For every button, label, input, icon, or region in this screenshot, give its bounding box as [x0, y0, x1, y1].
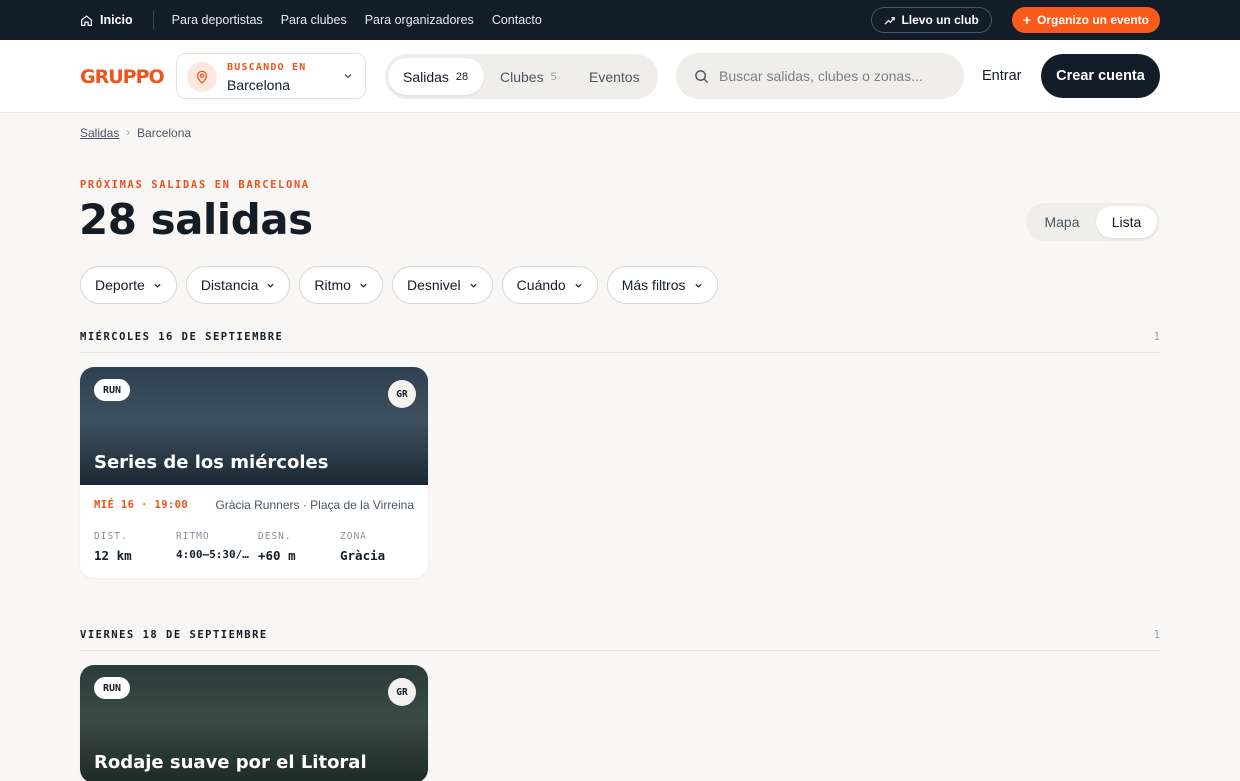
nav-home-link[interactable]: Inicio — [80, 11, 154, 29]
tab-clubes-count: 5 — [550, 70, 557, 83]
tab-eventos[interactable]: Eventos — [575, 58, 653, 95]
filter-distancia[interactable]: Distancia — [185, 266, 291, 304]
filter-ritmo-label: Ritmo — [314, 277, 351, 293]
nav-link-clubes[interactable]: Para clubes — [281, 13, 347, 27]
stat-key: DIST. — [94, 531, 128, 542]
breadcrumb-separator-icon: › — [126, 127, 131, 139]
club-avatar: GR — [388, 380, 416, 408]
page-eyebrow: PRÓXIMAS SALIDAS EN BARCELONA — [80, 179, 310, 191]
breadcrumb-current: Barcelona — [137, 126, 192, 140]
card-title: Rodaje suave por el Litoral — [94, 752, 367, 773]
chevron-down-icon — [154, 283, 161, 288]
filter-cuando-label: Cuándo — [516, 277, 566, 293]
club-button[interactable]: Llevo un club — [871, 7, 992, 33]
nav-link-deportistas[interactable]: Para deportistas — [172, 13, 263, 27]
filter-desnivel[interactable]: Desnivel — [391, 266, 493, 304]
stat-value: 12 km — [94, 548, 132, 563]
location-pin-icon — [187, 62, 217, 92]
stat-key: DESN. — [258, 531, 292, 542]
tab-salidas-count: 28 — [455, 70, 469, 83]
day-count: 1 — [1153, 629, 1160, 641]
tab-clubes[interactable]: Clubes 5 — [486, 58, 566, 95]
event-button-label: Organizo un evento — [1036, 13, 1149, 27]
login-link[interactable]: Entrar — [982, 68, 1022, 84]
logo[interactable]: GRUPPO — [80, 66, 165, 88]
search-icon — [695, 69, 709, 83]
top-nav: Inicio Para deportistas Para clubes Para… — [80, 0, 542, 40]
filter-cuando[interactable]: Cuándo — [501, 266, 598, 304]
outing-card[interactable]: RUN GR Series de los miércoles MIÉ 16 · … — [80, 367, 428, 578]
tab-eventos-label: Eventos — [589, 68, 640, 85]
signup-button[interactable]: Crear cuenta — [1041, 54, 1160, 98]
tab-salidas-label: Salidas — [403, 68, 449, 85]
chevron-down-icon — [575, 283, 582, 288]
card-meta: MIÉ 16 · 19:00 Gràcia Runners · Plaça de… — [80, 485, 428, 523]
day-header: MIÉRCOLES 16 DE SEPTIEMBRE 1 — [80, 331, 1160, 353]
view-map-option[interactable]: Mapa — [1030, 206, 1094, 238]
stat-key: ZONA — [340, 531, 367, 542]
filter-desnivel-label: Desnivel — [406, 277, 461, 293]
filter-mas-filtros-label: Más filtros — [621, 277, 686, 293]
filter-distancia-label: Distancia — [200, 277, 259, 293]
home-icon — [81, 14, 92, 26]
filter-deporte-label: Deporte — [95, 277, 145, 293]
filter-bar: Deporte Distancia Ritmo Desnivel Cuándo … — [80, 266, 718, 304]
card-location: Gràcia Runners · Plaça de la Virreina — [215, 498, 414, 512]
location-label: BUSCANDO EN — [227, 62, 307, 73]
day-header: VIERNES 18 DE SEPTIEMBRE 1 — [80, 629, 1160, 651]
day-label: MIÉRCOLES 16 DE SEPTIEMBRE — [80, 331, 284, 343]
chevron-down-icon — [694, 283, 702, 288]
nav-link-organizadores[interactable]: Para organizadores — [365, 13, 474, 27]
plus-icon: + — [1022, 12, 1031, 28]
top-bar: Inicio Para deportistas Para clubes Para… — [0, 0, 1240, 40]
stat-distance: DIST. 12 km — [94, 531, 174, 563]
tab-clubes-label: Clubes — [500, 68, 544, 85]
card-hero: RUN GR Rodaje suave por el Litoral — [80, 665, 428, 781]
breadcrumb-root[interactable]: Salidas — [80, 126, 119, 140]
search-bar — [676, 53, 964, 99]
club-button-label: Llevo un club — [901, 13, 979, 27]
filter-ritmo[interactable]: Ritmo — [299, 266, 383, 304]
chevron-down-icon — [360, 283, 367, 288]
filter-deporte[interactable]: Deporte — [80, 266, 177, 304]
sport-tag: RUN — [94, 677, 131, 699]
search-input[interactable] — [719, 68, 949, 84]
view-list-option[interactable]: Lista — [1096, 206, 1157, 238]
card-stats: DIST. 12 km RITMO 4:00–5:30/km DESN. +60… — [80, 523, 428, 578]
breadcrumb: Salidas › Barcelona — [80, 126, 191, 140]
nav-link-contacto[interactable]: Contacto — [492, 13, 542, 27]
stat-zone: ZONA Gràcia — [340, 531, 420, 563]
event-button[interactable]: + Organizo un evento — [1011, 7, 1160, 33]
stat-value: 4:00–5:30/km — [176, 548, 254, 561]
nav-home-label: Inicio — [100, 13, 133, 27]
stat-value: Gràcia — [340, 548, 386, 563]
club-avatar: GR — [388, 678, 416, 706]
location-city: Barcelona — [227, 77, 291, 93]
view-toggle: Mapa Lista — [1026, 203, 1160, 241]
chevron-down-icon — [470, 283, 477, 288]
section-tabs: Salidas 28 Clubes 5 Eventos — [385, 54, 658, 99]
stat-key: RITMO — [176, 531, 210, 542]
outing-card[interactable]: RUN GR Rodaje suave por el Litoral — [80, 665, 428, 781]
chevron-down-icon — [344, 74, 352, 79]
stat-value: +60 m — [258, 548, 296, 563]
main-header: GRUPPO BUSCANDO EN Barcelona Salidas 28 … — [0, 40, 1240, 113]
day-count: 1 — [1153, 331, 1160, 343]
top-actions: Llevo un club + Organizo un evento — [871, 7, 1160, 33]
filter-mas-filtros[interactable]: Más filtros — [606, 266, 718, 304]
day-label: VIERNES 18 DE SEPTIEMBRE — [80, 629, 268, 641]
card-datetime: MIÉ 16 · 19:00 — [94, 499, 189, 511]
page-title: 28 salidas — [79, 195, 313, 244]
trend-arrow-icon — [884, 16, 896, 25]
location-selector[interactable]: BUSCANDO EN Barcelona — [176, 53, 366, 99]
card-hero: RUN GR Series de los miércoles — [80, 367, 428, 485]
stat-elevation: DESN. +60 m — [258, 531, 338, 563]
tab-salidas[interactable]: Salidas 28 — [388, 58, 484, 95]
card-title: Series de los miércoles — [94, 452, 329, 473]
stat-pace: RITMO 4:00–5:30/km — [176, 531, 254, 561]
chevron-down-icon — [267, 283, 275, 288]
sport-tag: RUN — [94, 379, 131, 401]
